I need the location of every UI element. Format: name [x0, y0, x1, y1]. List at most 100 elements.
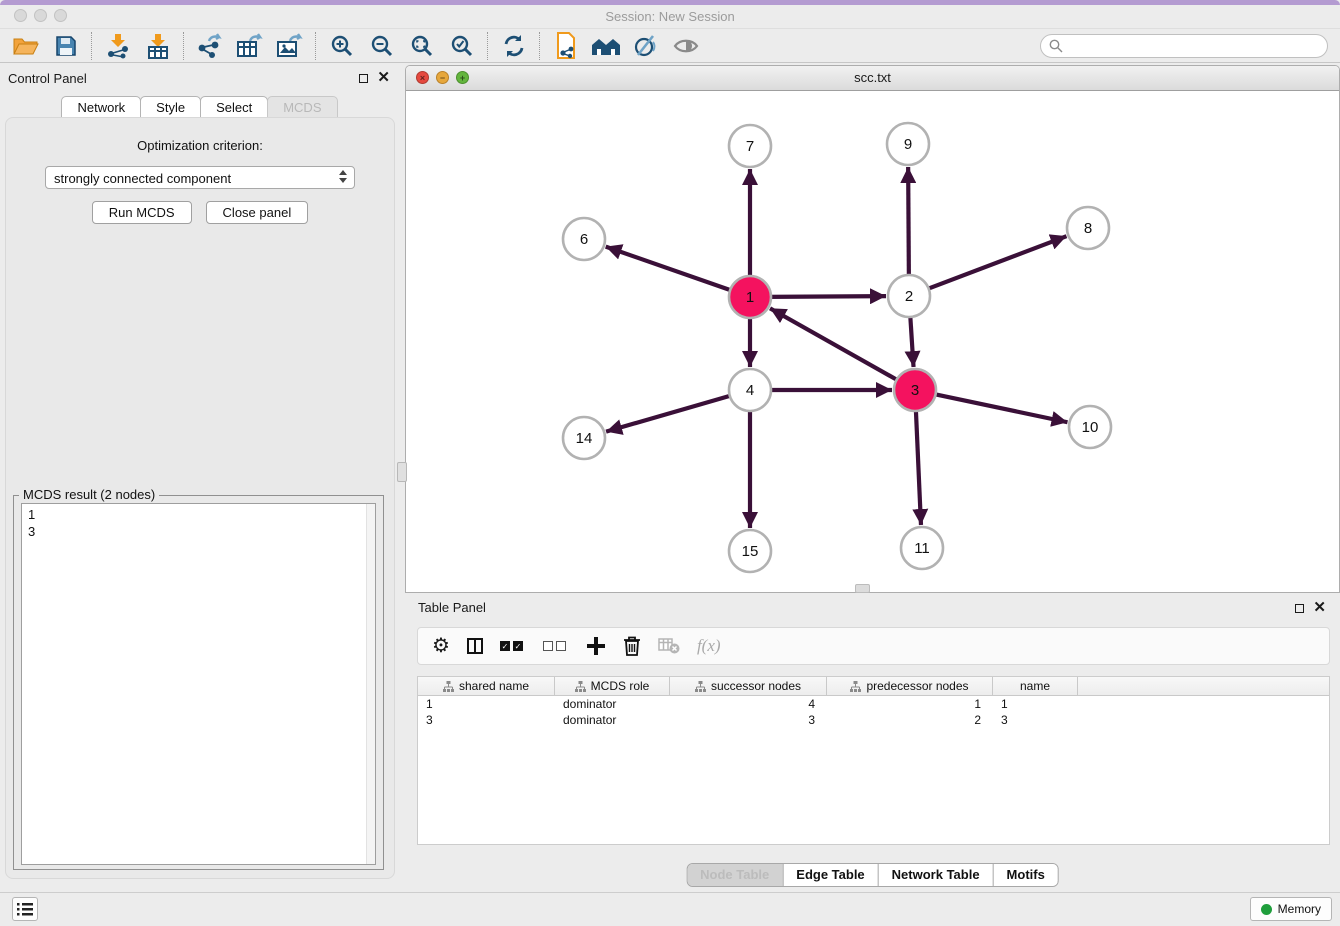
cell-name: 3: [993, 713, 1078, 727]
trash-icon: [623, 636, 641, 656]
network-view-window: × − + scc.txt 7968124314101511: [405, 65, 1340, 593]
column-header-shared-name[interactable]: shared name: [418, 677, 555, 695]
cell-shared-name: 1: [418, 697, 555, 711]
optimization-criterion-dropdown[interactable]: strongly connected component: [45, 166, 355, 189]
table-float-icon[interactable]: [1295, 604, 1304, 613]
task-history-button[interactable]: [12, 897, 38, 921]
save-session-button[interactable]: [46, 31, 86, 61]
network-graph[interactable]: 7968124314101511: [406, 90, 1339, 592]
table-tabs: Node Table Edge Table Network Table Moti…: [686, 863, 1059, 887]
home-button[interactable]: [586, 31, 626, 61]
list-icon: [17, 903, 33, 916]
network-window-titlebar[interactable]: × − + scc.txt: [406, 66, 1339, 91]
import-table-button[interactable]: [138, 31, 178, 61]
export-table-button[interactable]: [230, 31, 270, 61]
deselect-all-rows-button[interactable]: [543, 641, 569, 651]
mcds-result-box: MCDS result (2 nodes) 1 3: [13, 495, 384, 870]
graph-edge-2-3[interactable]: [910, 313, 913, 367]
memory-button[interactable]: Memory: [1250, 897, 1332, 921]
clone-network-button[interactable]: [546, 31, 586, 61]
show-hide-button[interactable]: [666, 31, 706, 61]
graph-edge-4-14[interactable]: [606, 395, 734, 432]
mcds-result-text[interactable]: 1 3: [21, 503, 376, 865]
network-canvas-area[interactable]: 7968124314101511: [406, 90, 1339, 592]
main-toolbar: [0, 28, 1340, 63]
export-image-button[interactable]: [270, 31, 310, 61]
panel-splitter-grip[interactable]: [397, 462, 407, 482]
column-header-name[interactable]: name: [993, 677, 1078, 695]
table-row[interactable]: 1 dominator 4 1 1: [418, 696, 1329, 712]
tab-mcds[interactable]: MCDS: [267, 96, 337, 119]
mcds-panel: Optimization criterion: strongly connect…: [5, 117, 395, 879]
tab-network-table[interactable]: Network Table: [878, 864, 993, 886]
zoom-out-button[interactable]: [362, 31, 402, 61]
cell-successor-nodes: 3: [670, 713, 827, 727]
column-header-predecessor-nodes[interactable]: predecessor nodes: [827, 677, 993, 695]
table-toolbar: ⚙ ✓✓ f(x): [417, 627, 1330, 665]
tab-style[interactable]: Style: [140, 96, 201, 119]
function-builder-button[interactable]: f(x): [697, 636, 721, 656]
close-panel-icon[interactable]: ✕: [377, 68, 390, 86]
graph-edge-1-2[interactable]: [767, 296, 886, 297]
tab-network[interactable]: Network: [61, 96, 141, 119]
open-file-button[interactable]: [6, 31, 46, 61]
column-label: shared name: [459, 679, 529, 693]
apply-style-button[interactable]: [626, 31, 666, 61]
graph-edge-1-6[interactable]: [606, 247, 734, 292]
graph-node-label-6: 6: [580, 231, 588, 248]
tab-select[interactable]: Select: [200, 96, 268, 119]
export-network-icon: [197, 33, 223, 59]
delete-table-button[interactable]: [658, 638, 680, 654]
table-settings-button[interactable]: ⚙: [432, 636, 450, 656]
column-header-mcds-role[interactable]: MCDS role: [555, 677, 670, 695]
graph-edge-3-11[interactable]: [916, 407, 921, 525]
mcds-buttons-row: Run MCDS Close panel: [6, 201, 394, 224]
table-panel-title: Table Panel: [418, 600, 486, 615]
show-columns-button[interactable]: [467, 638, 483, 654]
unchecked-box-icon: [556, 641, 566, 651]
tab-motifs[interactable]: Motifs: [993, 864, 1058, 886]
graph-node-label-2: 2: [905, 288, 913, 305]
export-network-button[interactable]: [190, 31, 230, 61]
save-icon: [55, 35, 77, 57]
zoom-fit-icon: [410, 34, 434, 58]
graph-edge-2-9[interactable]: [908, 167, 909, 279]
column-label: predecessor nodes: [866, 679, 968, 693]
home-icon: [591, 35, 621, 57]
result-scrollbar[interactable]: [366, 504, 375, 864]
zoom-selected-button[interactable]: [442, 31, 482, 61]
table-row[interactable]: 3 dominator 3 2 3: [418, 712, 1329, 728]
tab-edge-table[interactable]: Edge Table: [782, 864, 877, 886]
session-title: Session: New Session: [0, 9, 1340, 24]
add-row-button[interactable]: [586, 636, 606, 656]
graph-node-label-15: 15: [742, 543, 759, 560]
cell-predecessor-nodes: 1: [827, 697, 993, 711]
select-all-rows-button[interactable]: ✓✓: [500, 641, 526, 651]
run-mcds-button[interactable]: Run MCDS: [92, 201, 192, 224]
tab-node-table[interactable]: Node Table: [687, 864, 782, 886]
graph-edge-3-1[interactable]: [770, 308, 900, 381]
graph-edge-2-8[interactable]: [925, 236, 1067, 290]
graph-edge-3-10[interactable]: [932, 394, 1068, 423]
zoom-fit-button[interactable]: [402, 31, 442, 61]
column-label: name: [1020, 679, 1050, 693]
table-close-icon[interactable]: ✕: [1313, 598, 1326, 616]
unchecked-box-icon: [543, 641, 553, 651]
hierarchy-icon: [443, 681, 454, 692]
cell-successor-nodes: 4: [670, 697, 827, 711]
zoom-in-button[interactable]: [322, 31, 362, 61]
horizontal-splitter-grip[interactable]: [855, 584, 870, 593]
search-input[interactable]: [1068, 38, 1327, 54]
search-field[interactable]: [1040, 34, 1328, 58]
app-titlebar: Session: New Session: [0, 5, 1340, 28]
cell-mcds-role: dominator: [555, 697, 670, 711]
refresh-view-button[interactable]: [494, 31, 534, 61]
toolbar-separator: [315, 32, 317, 60]
column-header-successor-nodes[interactable]: successor nodes: [670, 677, 827, 695]
close-panel-button[interactable]: Close panel: [206, 201, 309, 224]
control-panel: Control Panel ✕ Network Style Select MCD…: [0, 63, 400, 893]
float-panel-icon[interactable]: [359, 74, 368, 83]
graph-node-label-1: 1: [746, 289, 754, 306]
import-network-button[interactable]: [98, 31, 138, 61]
delete-row-button[interactable]: [623, 636, 641, 656]
